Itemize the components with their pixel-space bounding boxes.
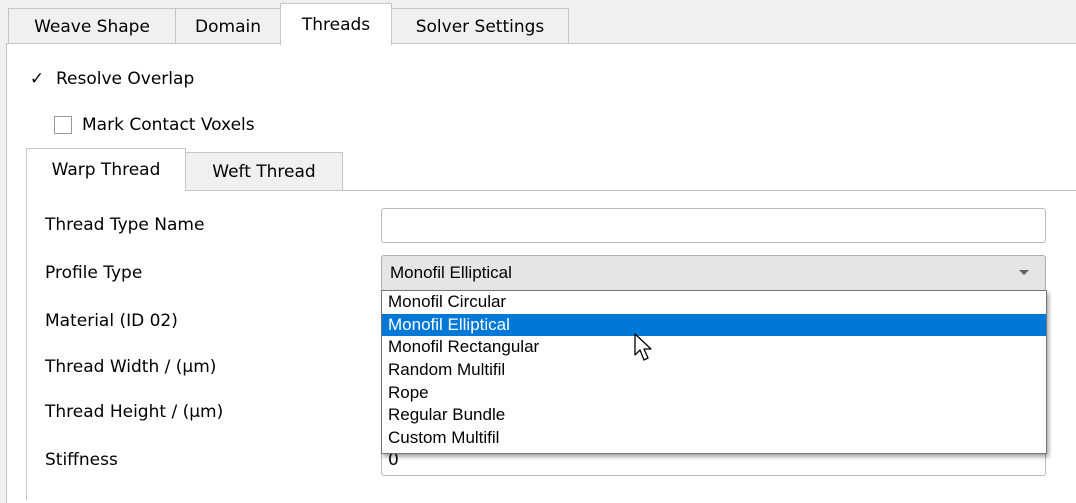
dropdown-option[interactable]: Custom Multifil xyxy=(382,427,1046,450)
profile-type-label: Profile Type xyxy=(45,263,143,283)
main-tab-bar: Weave Shape Domain Threads Solver Settin… xyxy=(0,0,1076,45)
stiffness-label: Stiffness xyxy=(45,450,118,470)
thread-type-name-input[interactable] xyxy=(381,208,1046,243)
dropdown-option[interactable]: Monofil Rectangular xyxy=(382,336,1046,359)
dropdown-option[interactable]: Rope xyxy=(382,382,1046,405)
tab-label: Domain xyxy=(195,16,261,37)
checkbox-box[interactable] xyxy=(54,116,72,134)
chevron-down-icon[interactable] xyxy=(1019,270,1029,275)
mark-contact-voxels-label: Mark Contact Voxels xyxy=(82,115,255,135)
tab-label: Warp Thread xyxy=(51,160,161,180)
profile-type-select[interactable]: Monofil Elliptical xyxy=(381,255,1046,291)
tab-domain[interactable]: Domain xyxy=(175,8,281,44)
mouse-pointer-icon xyxy=(634,333,656,368)
thread-type-name-label: Thread Type Name xyxy=(45,215,205,235)
thread-width-label: Thread Width / (μm) xyxy=(45,357,217,377)
resolve-overlap-checkbox[interactable]: ✓ Resolve Overlap xyxy=(28,69,194,89)
dropdown-option-selected[interactable]: Monofil Elliptical xyxy=(382,313,1046,337)
tab-threads[interactable]: Threads xyxy=(280,3,392,45)
tab-label: Weft Thread xyxy=(212,161,316,182)
material-label: Material (ID 02) xyxy=(45,311,178,331)
thread-height-label: Thread Height / (μm) xyxy=(45,402,224,422)
tab-label: Threads xyxy=(301,14,371,35)
tab-label: Solver Settings xyxy=(415,16,545,37)
tab-weave-shape[interactable]: Weave Shape xyxy=(8,8,176,44)
mark-contact-voxels-checkbox[interactable]: Mark Contact Voxels xyxy=(54,115,255,135)
tab-weft-thread[interactable]: Weft Thread xyxy=(185,152,343,190)
dropdown-option[interactable]: Regular Bundle xyxy=(382,404,1046,427)
tab-warp-thread[interactable]: Warp Thread xyxy=(26,148,186,191)
resolve-overlap-label: Resolve Overlap xyxy=(56,69,195,89)
profile-type-value: Monofil Elliptical xyxy=(390,263,512,282)
dropdown-option[interactable]: Monofil Circular xyxy=(382,291,1046,314)
tab-solver-settings[interactable]: Solver Settings xyxy=(391,8,569,44)
check-icon[interactable]: ✓ xyxy=(28,70,46,88)
profile-type-dropdown-list: Monofil Circular Monofil Elliptical Mono… xyxy=(381,290,1047,454)
tab-label: Weave Shape xyxy=(34,16,150,37)
dropdown-option[interactable]: Random Multifil xyxy=(382,359,1046,382)
